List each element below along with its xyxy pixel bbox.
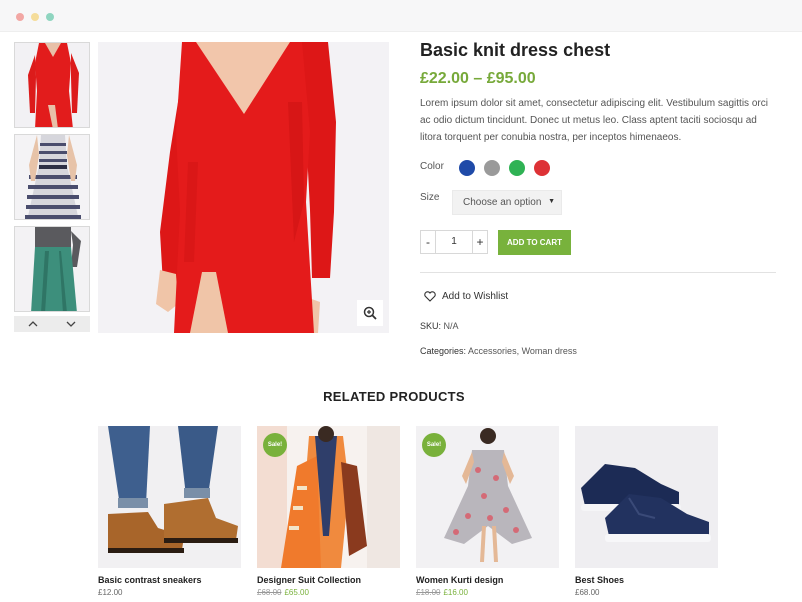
size-label: Size xyxy=(420,192,440,203)
add-to-cart-button[interactable]: ADD TO CART xyxy=(498,230,571,255)
thumbnail-prev-button[interactable] xyxy=(14,316,52,332)
related-product-image-sneakers[interactable] xyxy=(98,426,241,568)
price-old: £18.00 xyxy=(416,588,441,597)
color-swatch-green[interactable] xyxy=(509,160,525,176)
related-products-heading: RELATED PRODUCTS xyxy=(323,389,465,404)
thumbnail-next-button[interactable] xyxy=(52,316,90,332)
caret-down-icon: ▼ xyxy=(548,198,555,205)
quantity-decrease-button[interactable]: - xyxy=(420,230,436,254)
related-product-name[interactable]: Best Shoes xyxy=(575,575,624,585)
price-current: £65.00 xyxy=(284,588,309,597)
related-product-price: £18.00 £16.00 xyxy=(416,588,468,597)
thumbnail-navigation xyxy=(14,316,90,332)
color-swatch-red[interactable] xyxy=(534,160,550,176)
related-product-image-shoes[interactable] xyxy=(575,426,718,568)
category-link-accessories[interactable]: Accessories xyxy=(468,346,517,356)
quantity-input[interactable]: 1 xyxy=(436,230,472,254)
add-to-wishlist-link[interactable]: Add to Wishlist xyxy=(424,289,508,303)
related-product-name[interactable]: Women Kurti design xyxy=(416,575,503,585)
zoom-in-icon xyxy=(363,306,377,320)
size-select-value: Choose an option xyxy=(463,197,542,208)
gallery-thumbnail-red-dress[interactable] xyxy=(14,42,90,128)
zoom-button[interactable] xyxy=(357,300,383,326)
sale-badge: Sale! xyxy=(263,433,287,457)
color-swatch-gray[interactable] xyxy=(484,160,500,176)
related-product-price: £68.00 £65.00 xyxy=(257,588,309,597)
price-current: £68.00 xyxy=(575,588,600,597)
related-product-price: £68.00 xyxy=(575,588,599,597)
close-window-button[interactable] xyxy=(16,13,24,21)
maximize-window-button[interactable] xyxy=(46,13,54,21)
price-old: £68.00 xyxy=(257,588,282,597)
color-swatch-blue[interactable] xyxy=(459,160,475,176)
size-select[interactable]: Choose an option ▼ xyxy=(452,190,562,215)
related-product-name[interactable]: Basic contrast sneakers xyxy=(98,575,202,585)
sale-badge: Sale! xyxy=(422,433,446,457)
wishlist-label: Add to Wishlist xyxy=(442,290,509,302)
color-label: Color xyxy=(420,161,444,172)
quantity-increase-button[interactable]: + xyxy=(472,230,488,254)
sku-value: N/A xyxy=(443,321,459,331)
category-link-woman-dress[interactable]: Woman dress xyxy=(522,346,577,356)
gallery-thumbnail-green-skirt[interactable] xyxy=(14,226,90,312)
product-title: Basic knit dress chest xyxy=(420,40,611,60)
categories-meta: Categories: Accessories, Woman dress xyxy=(420,346,577,356)
main-product-image[interactable] xyxy=(98,42,389,333)
window-titlebar xyxy=(0,0,802,32)
price-current: £16.00 xyxy=(443,588,468,597)
gallery-thumbnail-striped-dress[interactable] xyxy=(14,134,90,220)
heart-icon xyxy=(424,290,436,302)
sku-label: SKU: xyxy=(420,321,442,331)
price-current: £12.00 xyxy=(98,588,123,597)
product-description: Lorem ipsum dolor sit amet, consectetur … xyxy=(420,98,768,143)
related-product-name[interactable]: Designer Suit Collection xyxy=(257,575,361,585)
related-product-price: £12.00 xyxy=(98,588,122,597)
product-price: £22.00 – £95.00 xyxy=(420,70,536,87)
minimize-window-button[interactable] xyxy=(31,13,39,21)
chevron-up-icon xyxy=(28,321,38,327)
chevron-down-icon xyxy=(66,321,76,327)
categories-label: Categories: xyxy=(420,346,467,356)
divider xyxy=(420,272,776,273)
sku-meta: SKU: N/A xyxy=(420,321,459,331)
